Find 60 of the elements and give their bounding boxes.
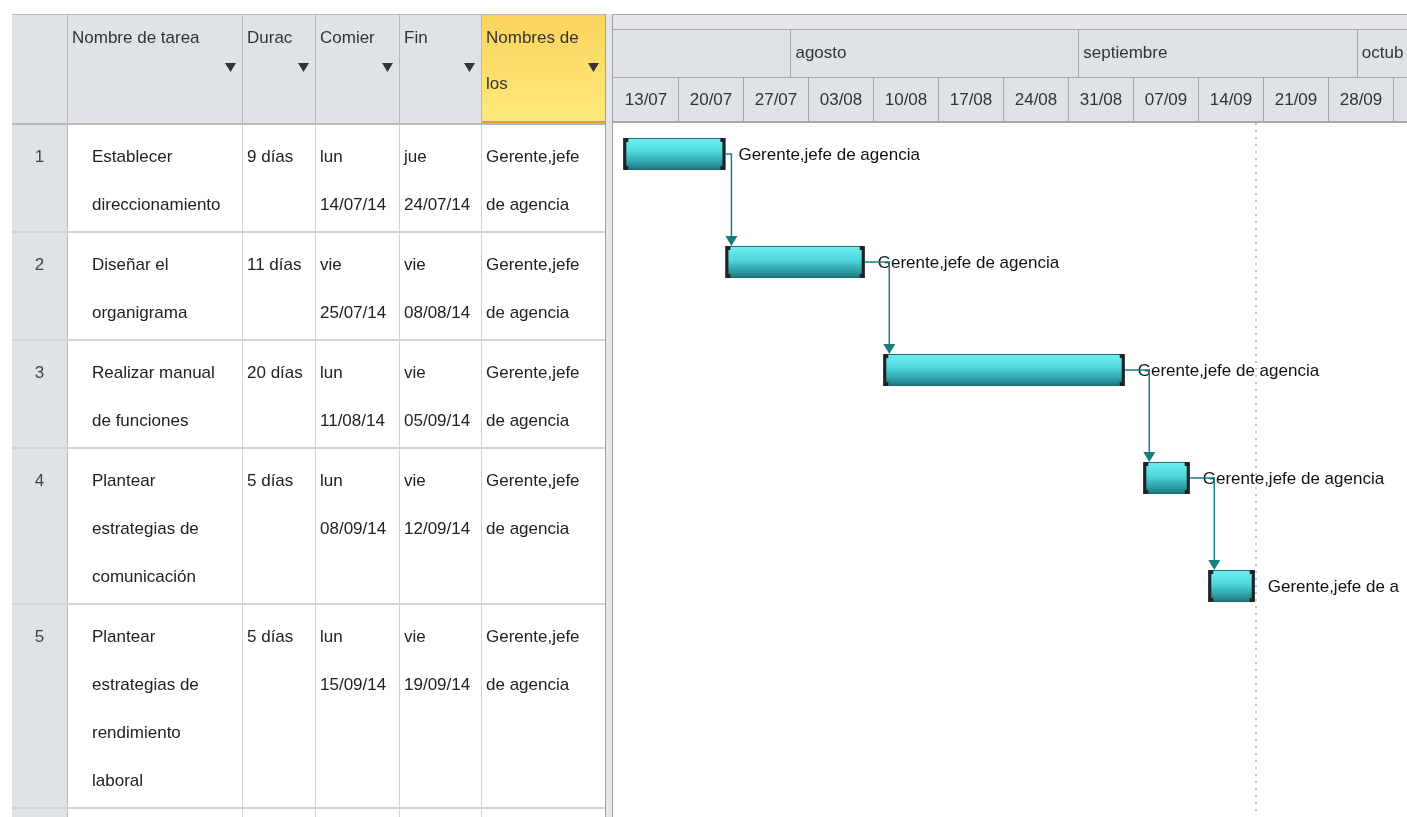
task-bar[interactable] <box>1143 462 1190 494</box>
task-bar[interactable] <box>1208 570 1255 602</box>
table-cell: 5 días <box>247 627 294 646</box>
bar-label: Gerente,jefe de agencia <box>877 253 1060 272</box>
row-number: 1 <box>12 125 68 231</box>
bar-label: Gerente,jefe de a <box>1267 577 1400 596</box>
table-cell: Gerente,jefe de agencia <box>486 363 580 430</box>
table-cell: vie 19/09/14 <box>404 627 471 694</box>
dropdown-icon[interactable] <box>225 63 236 72</box>
table-cell: 5 días <box>247 471 294 490</box>
table-cell: Diseñar el organigrama <box>92 255 188 322</box>
row-number: 3 <box>12 341 68 447</box>
table-cell: Establecer direccionamiento <box>92 147 221 214</box>
table-cell: 20 días <box>247 363 303 382</box>
dropdown-icon[interactable] <box>464 63 475 72</box>
task-bar[interactable] <box>623 138 726 170</box>
week-label: 31/08 <box>1069 78 1134 121</box>
table-cell: lun 15/09/14 <box>320 627 387 694</box>
month-label: octub <box>1361 42 1404 64</box>
week-label: 28/09 <box>1329 78 1394 121</box>
table-cell: lun 08/09/14 <box>320 471 387 538</box>
row-number: 2 <box>12 233 68 339</box>
table-cell: 9 días <box>247 147 294 166</box>
corner-cell[interactable] <box>12 15 68 123</box>
month-label: agosto <box>795 42 847 64</box>
column-header[interactable]: Comier <box>316 15 400 123</box>
bar-label: Gerente,jefe de agencia <box>1202 469 1385 488</box>
table-cell: Plantear estrategias de rendimiento laboral <box>92 627 199 790</box>
table-cell: Plantear estrategias de comunicación <box>92 471 199 586</box>
dropdown-icon[interactable] <box>298 63 309 72</box>
month-label: septiembre <box>1083 42 1168 64</box>
table-cell: Realizar manual de funciones <box>92 363 215 430</box>
table-cell: Gerente,jefe de agencia <box>486 255 580 322</box>
task-bar[interactable] <box>725 246 865 278</box>
column-header[interactable]: Fin <box>400 15 482 123</box>
bar-label: Gerente,jefe de agencia <box>738 145 920 164</box>
task-bar[interactable] <box>883 354 1125 386</box>
row-number: 5 <box>12 605 68 807</box>
week-label: 20/07 <box>679 78 744 121</box>
week-label: 24/08 <box>1004 78 1069 121</box>
column-header[interactable]: Durac <box>243 15 316 123</box>
row-number: 4 <box>12 449 68 603</box>
dropdown-icon[interactable] <box>382 63 393 72</box>
bar-label: Gerente,jefe de agencia <box>1137 361 1320 380</box>
week-label: 07/09 <box>1134 78 1199 121</box>
week-label: 17/08 <box>939 78 1004 121</box>
table-cell: Gerente,jefe de agencia <box>486 471 580 538</box>
table-cell: Gerente,jefe de agencia <box>486 147 580 214</box>
week-label: 10/08 <box>874 78 939 121</box>
week-label: 03/08 <box>809 78 874 121</box>
week-label: 13/07 <box>614 78 679 121</box>
dropdown-icon[interactable] <box>588 63 599 72</box>
column-header[interactable]: Nombre de tarea <box>68 15 243 123</box>
table-cell: Gerente,jefe de agencia <box>486 627 580 694</box>
week-label: 14/09 <box>1199 78 1264 121</box>
week-label: 21/09 <box>1264 78 1329 121</box>
week-label: 27/07 <box>744 78 809 121</box>
column-header[interactable]: Nombres de los <box>482 15 605 123</box>
table-cell: 11 días <box>247 255 302 274</box>
table-cell: vie 12/09/14 <box>404 471 471 538</box>
